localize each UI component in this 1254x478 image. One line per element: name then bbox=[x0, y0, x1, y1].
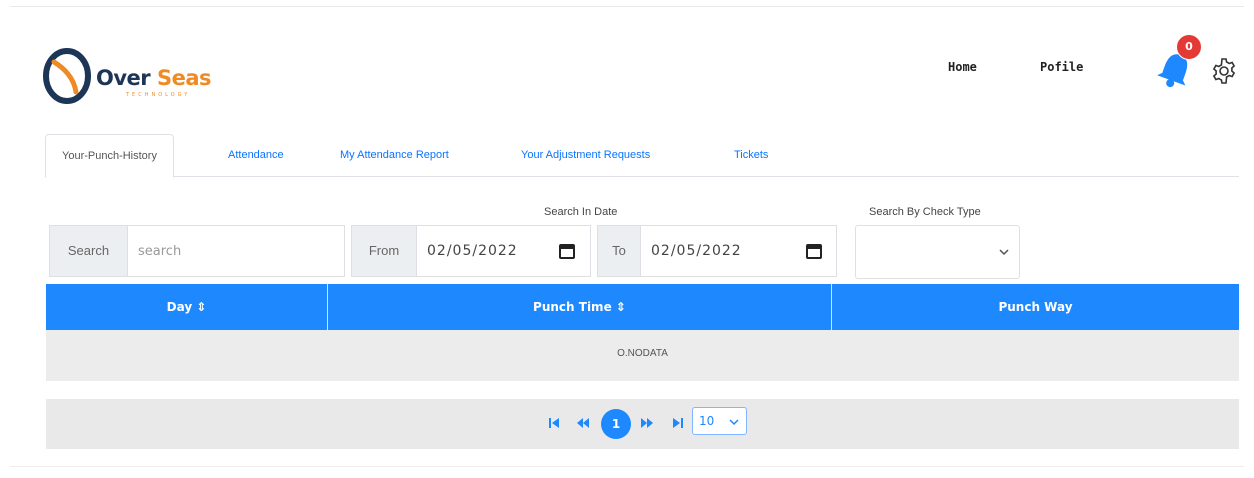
notification-count-badge: 0 bbox=[1176, 34, 1202, 60]
calendar-icon[interactable] bbox=[805, 242, 823, 260]
nav-home-link[interactable]: Home bbox=[948, 60, 977, 74]
logo-icon bbox=[43, 48, 91, 104]
tab-my-attendance-report[interactable]: My Attendance Report bbox=[340, 134, 449, 176]
table-row: O.NODATA bbox=[46, 330, 1239, 381]
check-type-select[interactable] bbox=[855, 225, 1020, 279]
last-page-icon[interactable] bbox=[672, 417, 684, 429]
column-header-punch-time[interactable]: Punch Time ⇕ bbox=[328, 284, 831, 330]
paginator: 1 10 bbox=[46, 399, 1239, 449]
search-input[interactable] bbox=[127, 225, 345, 277]
bottom-divider bbox=[10, 466, 1244, 467]
tab-tickets[interactable]: Tickets bbox=[734, 134, 768, 176]
check-type-filter-title: Search By Check Type bbox=[869, 206, 981, 218]
nav-profile-link[interactable]: Pofile bbox=[1040, 60, 1083, 74]
from-date-input[interactable]: 02/05/2022 bbox=[416, 225, 591, 277]
tab-your-punch-history[interactable]: Your-Punch-History bbox=[45, 134, 174, 178]
brand-logo[interactable]: Over Seas TECHNOLOGY bbox=[40, 48, 230, 104]
from-date-value: 02/05/2022 bbox=[427, 243, 518, 259]
next-page-icon[interactable] bbox=[640, 417, 654, 429]
page-size-select[interactable]: 10 bbox=[692, 407, 747, 435]
page-size-value: 10 bbox=[699, 414, 715, 428]
table-header: Day ⇕ Punch Time ⇕ Punch Way bbox=[46, 284, 1239, 330]
search-label: Search bbox=[49, 225, 128, 277]
column-header-punch-way: Punch Way bbox=[998, 300, 1073, 314]
gear-icon bbox=[1212, 58, 1236, 84]
date-filter-title: Search In Date bbox=[544, 206, 618, 218]
from-date-label: From bbox=[351, 225, 417, 277]
page-button-current[interactable]: 1 bbox=[601, 409, 631, 439]
brand-subtitle: TECHNOLOGY bbox=[126, 92, 191, 98]
to-date-label: To bbox=[597, 225, 641, 277]
tab-bar: Your-Punch-History Attendance My Attenda… bbox=[45, 134, 1239, 178]
settings-button[interactable] bbox=[1209, 56, 1239, 86]
chevron-down-icon bbox=[729, 419, 739, 426]
prev-page-icon[interactable] bbox=[576, 417, 590, 429]
calendar-icon[interactable] bbox=[558, 242, 576, 260]
to-date-value: 02/05/2022 bbox=[651, 243, 742, 259]
tab-your-adjustment-requests[interactable]: Your Adjustment Requests bbox=[521, 134, 650, 176]
first-page-icon[interactable] bbox=[548, 417, 560, 429]
chevron-down-icon bbox=[999, 249, 1009, 256]
to-date-input[interactable]: 02/05/2022 bbox=[640, 225, 837, 277]
brand-name: Over Seas bbox=[96, 66, 212, 90]
top-divider bbox=[10, 6, 1244, 7]
column-header-day[interactable]: Day ⇕ bbox=[46, 284, 327, 330]
tab-attendance[interactable]: Attendance bbox=[228, 134, 284, 176]
empty-table-message: O.NODATA bbox=[617, 348, 668, 359]
